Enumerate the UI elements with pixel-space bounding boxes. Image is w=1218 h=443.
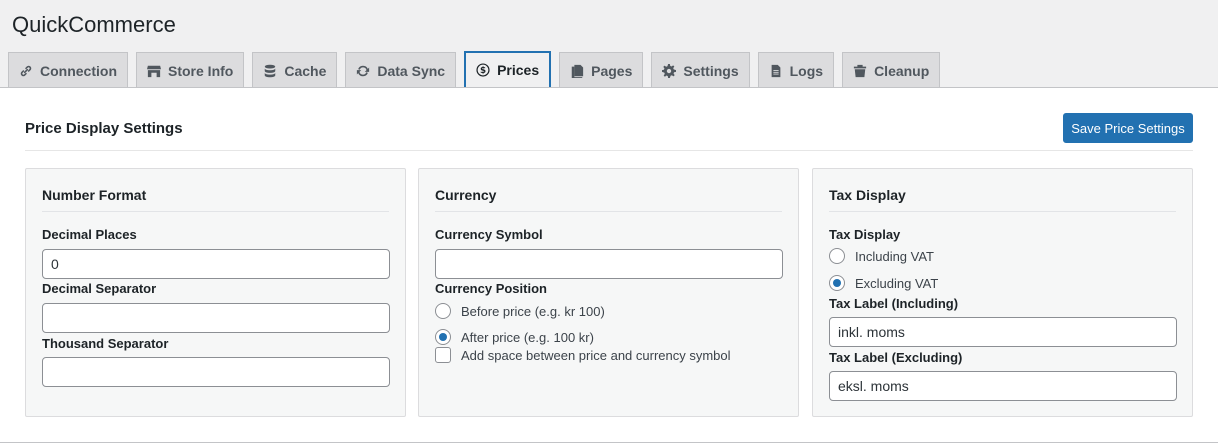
tab-settings[interactable]: Settings: [651, 52, 750, 88]
pages-icon: [570, 64, 584, 78]
currency-card: Currency Currency Symbol Currency Positi…: [418, 168, 799, 417]
decimal-separator-input[interactable]: [42, 303, 390, 333]
option-label: Before price (e.g. kr 100): [461, 303, 605, 319]
tab-cleanup[interactable]: Cleanup: [842, 52, 941, 88]
tab-data-sync[interactable]: Data Sync: [345, 52, 457, 88]
svg-text:$: $: [480, 66, 486, 76]
tab-store-info[interactable]: Store Info: [136, 52, 245, 88]
dollar-icon: $: [476, 63, 490, 77]
tab-bar: Connection Store Info Cache Data Sync $ …: [8, 51, 948, 89]
currency-after-radio[interactable]: [435, 329, 451, 345]
currency-space-option[interactable]: Add space between price and currency sym…: [435, 347, 731, 363]
option-label: Add space between price and currency sym…: [461, 347, 731, 363]
tab-label: Settings: [683, 62, 739, 79]
tax-excluding-option[interactable]: Excluding VAT: [829, 275, 938, 291]
tab-cache[interactable]: Cache: [252, 52, 338, 88]
sync-icon: [356, 64, 370, 78]
thousand-separator-input[interactable]: [42, 357, 390, 387]
currency-position-label: Currency Position: [435, 281, 547, 296]
decimal-places-label: Decimal Places: [42, 227, 137, 242]
card-title: Currency: [435, 187, 497, 203]
store-icon: [147, 64, 161, 78]
thousand-separator-label: Thousand Separator: [42, 336, 169, 351]
prices-panel: Price Display Settings Save Price Settin…: [0, 87, 1218, 443]
decimal-places-input[interactable]: [42, 249, 390, 279]
tab-logs[interactable]: Logs: [757, 52, 835, 88]
tab-label: Pages: [591, 62, 633, 79]
tab-label: Store Info: [168, 62, 234, 79]
option-label: After price (e.g. 100 kr): [461, 329, 594, 345]
tab-pages[interactable]: Pages: [559, 52, 644, 88]
option-label: Including VAT: [855, 248, 935, 264]
divider: [42, 211, 389, 212]
currency-after-option[interactable]: After price (e.g. 100 kr): [435, 329, 594, 345]
divider: [25, 150, 1193, 151]
tab-label: Cleanup: [874, 62, 930, 79]
currency-before-option[interactable]: Before price (e.g. kr 100): [435, 303, 605, 319]
decimal-separator-label: Decimal Separator: [42, 281, 157, 296]
tax-display-label: Tax Display: [829, 227, 901, 242]
tax-label-excluding-input[interactable]: [829, 371, 1177, 401]
option-label: Excluding VAT: [855, 275, 939, 291]
currency-symbol-input[interactable]: [435, 249, 783, 279]
tax-label-including-label: Tax Label (Including): [829, 296, 959, 311]
currency-symbol-label: Currency Symbol: [435, 227, 543, 242]
tab-label: Data Sync: [377, 62, 446, 79]
trash-icon: [853, 64, 867, 78]
database-icon: [263, 64, 277, 78]
tax-label-excluding-label: Tax Label (Excluding): [829, 350, 963, 365]
tax-label-including-input[interactable]: [829, 317, 1177, 347]
panel-title: Price Display Settings: [25, 120, 183, 137]
tab-label: Cache: [284, 62, 327, 79]
app-title: QuickCommerce: [12, 12, 176, 37]
tax-including-radio[interactable]: [829, 248, 845, 264]
divider: [435, 211, 782, 212]
tax-excluding-radio[interactable]: [829, 275, 845, 291]
tab-label: Prices: [497, 62, 540, 78]
gear-icon: [662, 63, 677, 78]
currency-before-radio[interactable]: [435, 303, 451, 319]
card-title: Number Format: [42, 187, 147, 203]
tax-including-option[interactable]: Including VAT: [829, 248, 934, 264]
link-icon: [19, 64, 33, 78]
divider: [829, 211, 1176, 212]
currency-space-checkbox[interactable]: [435, 347, 451, 363]
tab-prices[interactable]: $ Prices: [464, 51, 552, 89]
tax-display-card: Tax Display Tax Display Including VAT Ex…: [812, 168, 1193, 417]
tab-connection[interactable]: Connection: [8, 52, 128, 88]
card-title: Tax Display: [829, 187, 906, 203]
tab-label: Logs: [789, 62, 824, 79]
number-format-card: Number Format Decimal Places Decimal Sep…: [25, 168, 406, 417]
document-icon: [769, 64, 783, 78]
save-price-settings-button[interactable]: Save Price Settings: [1063, 113, 1193, 143]
tab-label: Connection: [40, 62, 117, 79]
